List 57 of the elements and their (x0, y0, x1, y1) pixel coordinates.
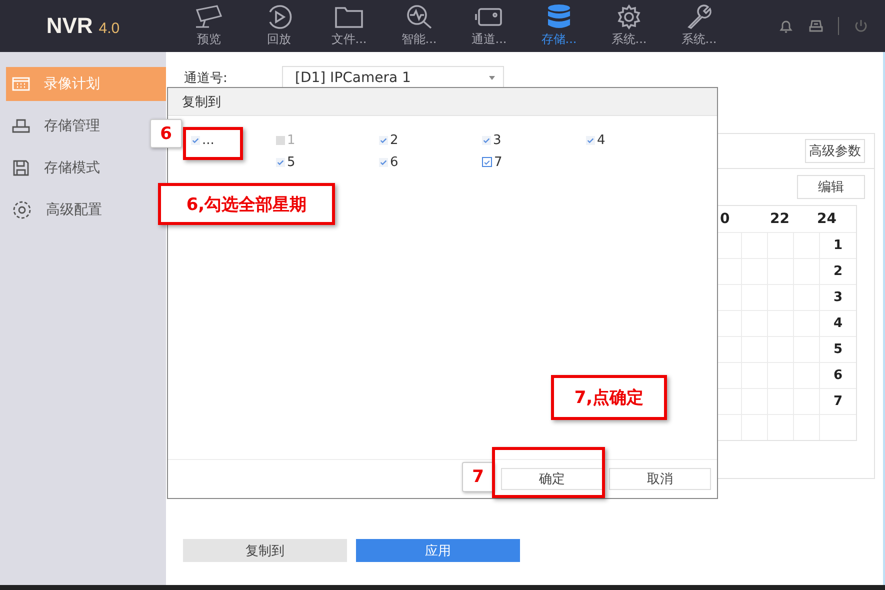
drive-icon (12, 118, 30, 134)
callout-note: 6,勾选全部星期 (158, 183, 335, 225)
day-label: 5 (832, 341, 844, 359)
calendar-icon (12, 76, 30, 92)
callout-note: 7,点确定 (551, 375, 667, 420)
day-checkbox[interactable]: 4 (586, 129, 686, 151)
logo-text: NVR (46, 13, 93, 39)
sidebar-item[interactable]: 高级配置 (0, 193, 108, 227)
day-checkbox[interactable]: ... (191, 129, 276, 151)
version-text: 4.0 (98, 20, 120, 37)
power-icon[interactable] (853, 18, 869, 34)
ok-button[interactable]: 确定 (501, 468, 603, 490)
day-label: 3 (832, 289, 844, 307)
day-label: 2 (832, 263, 844, 281)
nav-tab[interactable]: 智能... (386, 4, 452, 48)
bell-icon[interactable] (778, 18, 794, 34)
caret-icon (489, 76, 495, 80)
day-checkbox[interactable]: 2 (379, 129, 482, 151)
tray-icon[interactable] (808, 18, 824, 34)
dialog-title: 复制到 (182, 94, 221, 110)
settings-icon (12, 200, 32, 220)
day-label: 1 (832, 237, 844, 255)
nav-tab[interactable]: 系统... (596, 4, 662, 48)
floppy-icon (12, 159, 30, 177)
step-badge: 7 (462, 462, 494, 492)
day-checkbox[interactable]: 7 (482, 151, 586, 173)
day-label: 7 (832, 393, 844, 411)
database-icon (547, 4, 571, 30)
day-checkbox[interactable]: 5 (276, 151, 379, 173)
nav-tab[interactable]: 回放 (246, 4, 312, 48)
cancel-button[interactable]: 取消 (609, 468, 711, 490)
magnifier-icon (405, 4, 433, 30)
copy-button[interactable]: 复制到 (183, 539, 347, 562)
nav-tab[interactable]: 预览 (176, 4, 242, 48)
hour-label: 0 (719, 211, 731, 227)
sidebar-item[interactable]: 存储管理 (0, 109, 106, 143)
step-badge: 6 (150, 119, 182, 148)
camera-icon (193, 4, 225, 30)
advanced-button[interactable]: 高级参数 (805, 139, 865, 163)
day-checkbox[interactable]: 3 (482, 129, 586, 151)
settings-icon (616, 4, 642, 30)
wrench-icon (686, 4, 712, 30)
edit-button[interactable]: 编辑 (797, 175, 865, 199)
nav-tab[interactable]: 通道... (456, 4, 522, 48)
channel-label: 通道号: (184, 70, 228, 86)
nav-tab[interactable]: 系统... (666, 4, 732, 48)
nav-tab[interactable]: 存储... (526, 4, 592, 48)
apply-button[interactable]: 应用 (356, 539, 520, 562)
hour-label: 24 (817, 211, 836, 227)
nav-tab[interactable]: 文件... (316, 4, 382, 48)
day-label: 6 (832, 367, 844, 385)
day-label: 4 (832, 315, 844, 333)
highlight-frame (183, 127, 243, 160)
sidebar-item[interactable]: 存储模式 (0, 151, 106, 185)
folder-icon (334, 4, 364, 30)
hour-label: 22 (770, 211, 790, 227)
day-checkbox[interactable]: 6 (379, 151, 482, 173)
